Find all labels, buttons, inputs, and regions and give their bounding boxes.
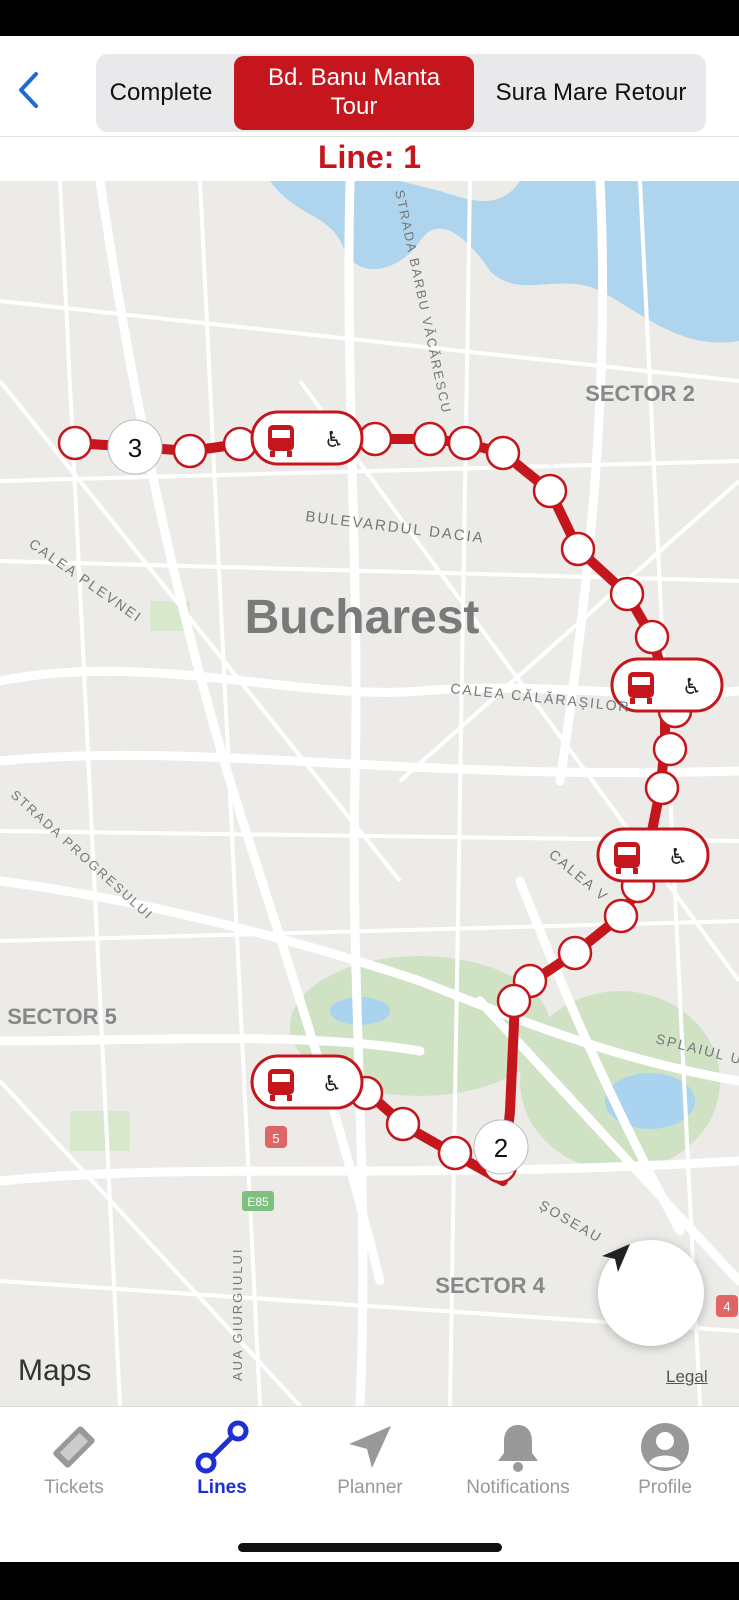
wheelchair-icon: ♿: [324, 428, 344, 453]
bell-icon: [498, 1425, 538, 1472]
tram-vehicle-marker[interactable]: ♿: [250, 1054, 364, 1110]
recenter-location-button[interactable]: [598, 1240, 704, 1346]
wheelchair-icon: ♿: [322, 1072, 342, 1097]
road-label-strada-progresului: STRADA PROGRESULUI: [8, 787, 156, 923]
navigation-arrow-icon: [349, 1426, 391, 1468]
sector-4-label: SECTOR 4: [435, 1273, 545, 1298]
tab-profile-label: Profile: [638, 1477, 692, 1498]
header: Complete Bd. Banu Manta Tour Sura Mare R…: [0, 36, 739, 137]
tab-notifications[interactable]: Notifications: [444, 1419, 592, 1509]
lines-icon: [195, 1420, 249, 1474]
tab-lines[interactable]: Lines: [148, 1419, 296, 1509]
segment-sura-mare-retour[interactable]: Sura Mare Retour: [480, 54, 702, 132]
map-canvas: 3 2 ♿ ♿ ♿ ♿ Bucharest SECTOR 2 SECTOR 5 …: [0, 181, 739, 1406]
home-indicator[interactable]: [238, 1543, 502, 1552]
maps-attribution-text: Maps: [18, 1354, 92, 1387]
line-title: Line: 1: [317, 139, 422, 175]
stop-cluster-2-label: 2: [494, 1133, 508, 1163]
city-label: Bucharest: [245, 591, 480, 644]
tab-bar: Tickets Lines Planner Notifications Prof…: [0, 1406, 739, 1563]
stop-cluster-3-label: 3: [128, 433, 142, 463]
chevron-left-icon: [19, 72, 38, 108]
lake-water: [270, 181, 739, 343]
tab-planner[interactable]: Planner: [296, 1419, 444, 1509]
route-shield-4: 4: [716, 1295, 738, 1317]
route-shield-5: 5: [265, 1126, 287, 1148]
ticket-icon: [53, 1426, 95, 1468]
route-direction-segmented-control: Complete Bd. Banu Manta Tour Sura Mare R…: [96, 54, 706, 132]
segment-complete[interactable]: Complete: [96, 54, 226, 132]
sector-5-label: SECTOR 5: [7, 1004, 117, 1029]
wheelchair-icon: ♿: [668, 845, 688, 870]
tab-profile[interactable]: Profile: [591, 1419, 739, 1509]
svg-text:E85: E85: [247, 1195, 269, 1209]
tab-planner-label: Planner: [337, 1477, 403, 1498]
svg-text:5: 5: [272, 1131, 279, 1146]
segment-bd-banu-manta-tour[interactable]: Bd. Banu Manta Tour: [234, 56, 474, 130]
road-label-calea-plevnei: CALEA PLEVNEI: [26, 535, 145, 625]
map-view[interactable]: 3 2 ♿ ♿ ♿ ♿ Bucharest SECTOR 2 SECTOR 5 …: [0, 181, 739, 1406]
bottom-safe-area: [0, 1562, 739, 1600]
person-icon: [641, 1423, 689, 1471]
road-label-giurgiului: AUA GIURGIULUI: [230, 1248, 245, 1381]
status-bar: [0, 0, 739, 36]
route-shield-e85: E85: [242, 1191, 274, 1211]
tab-lines-label: Lines: [197, 1477, 247, 1498]
back-button[interactable]: [10, 70, 46, 110]
svg-text:4: 4: [723, 1299, 730, 1314]
location-arrow-icon: [602, 1244, 630, 1272]
sector-2-label: SECTOR 2: [585, 381, 695, 406]
apple-maps-attribution: Maps: [18, 1354, 91, 1388]
tram-vehicle-marker[interactable]: ♿: [596, 827, 710, 883]
tab-tickets-label: Tickets: [44, 1477, 104, 1498]
green-area-1: [70, 1111, 130, 1151]
tram-vehicle-marker[interactable]: ♿: [250, 410, 364, 466]
tab-tickets[interactable]: Tickets: [0, 1419, 148, 1509]
line-title-bar: Line: 1: [0, 137, 739, 181]
wheelchair-icon: ♿: [682, 675, 702, 700]
tab-notifications-label: Notifications: [466, 1477, 570, 1498]
legal-link[interactable]: Legal: [666, 1367, 708, 1387]
road-label-soseaua: ȘOSEAU: [537, 1197, 606, 1246]
